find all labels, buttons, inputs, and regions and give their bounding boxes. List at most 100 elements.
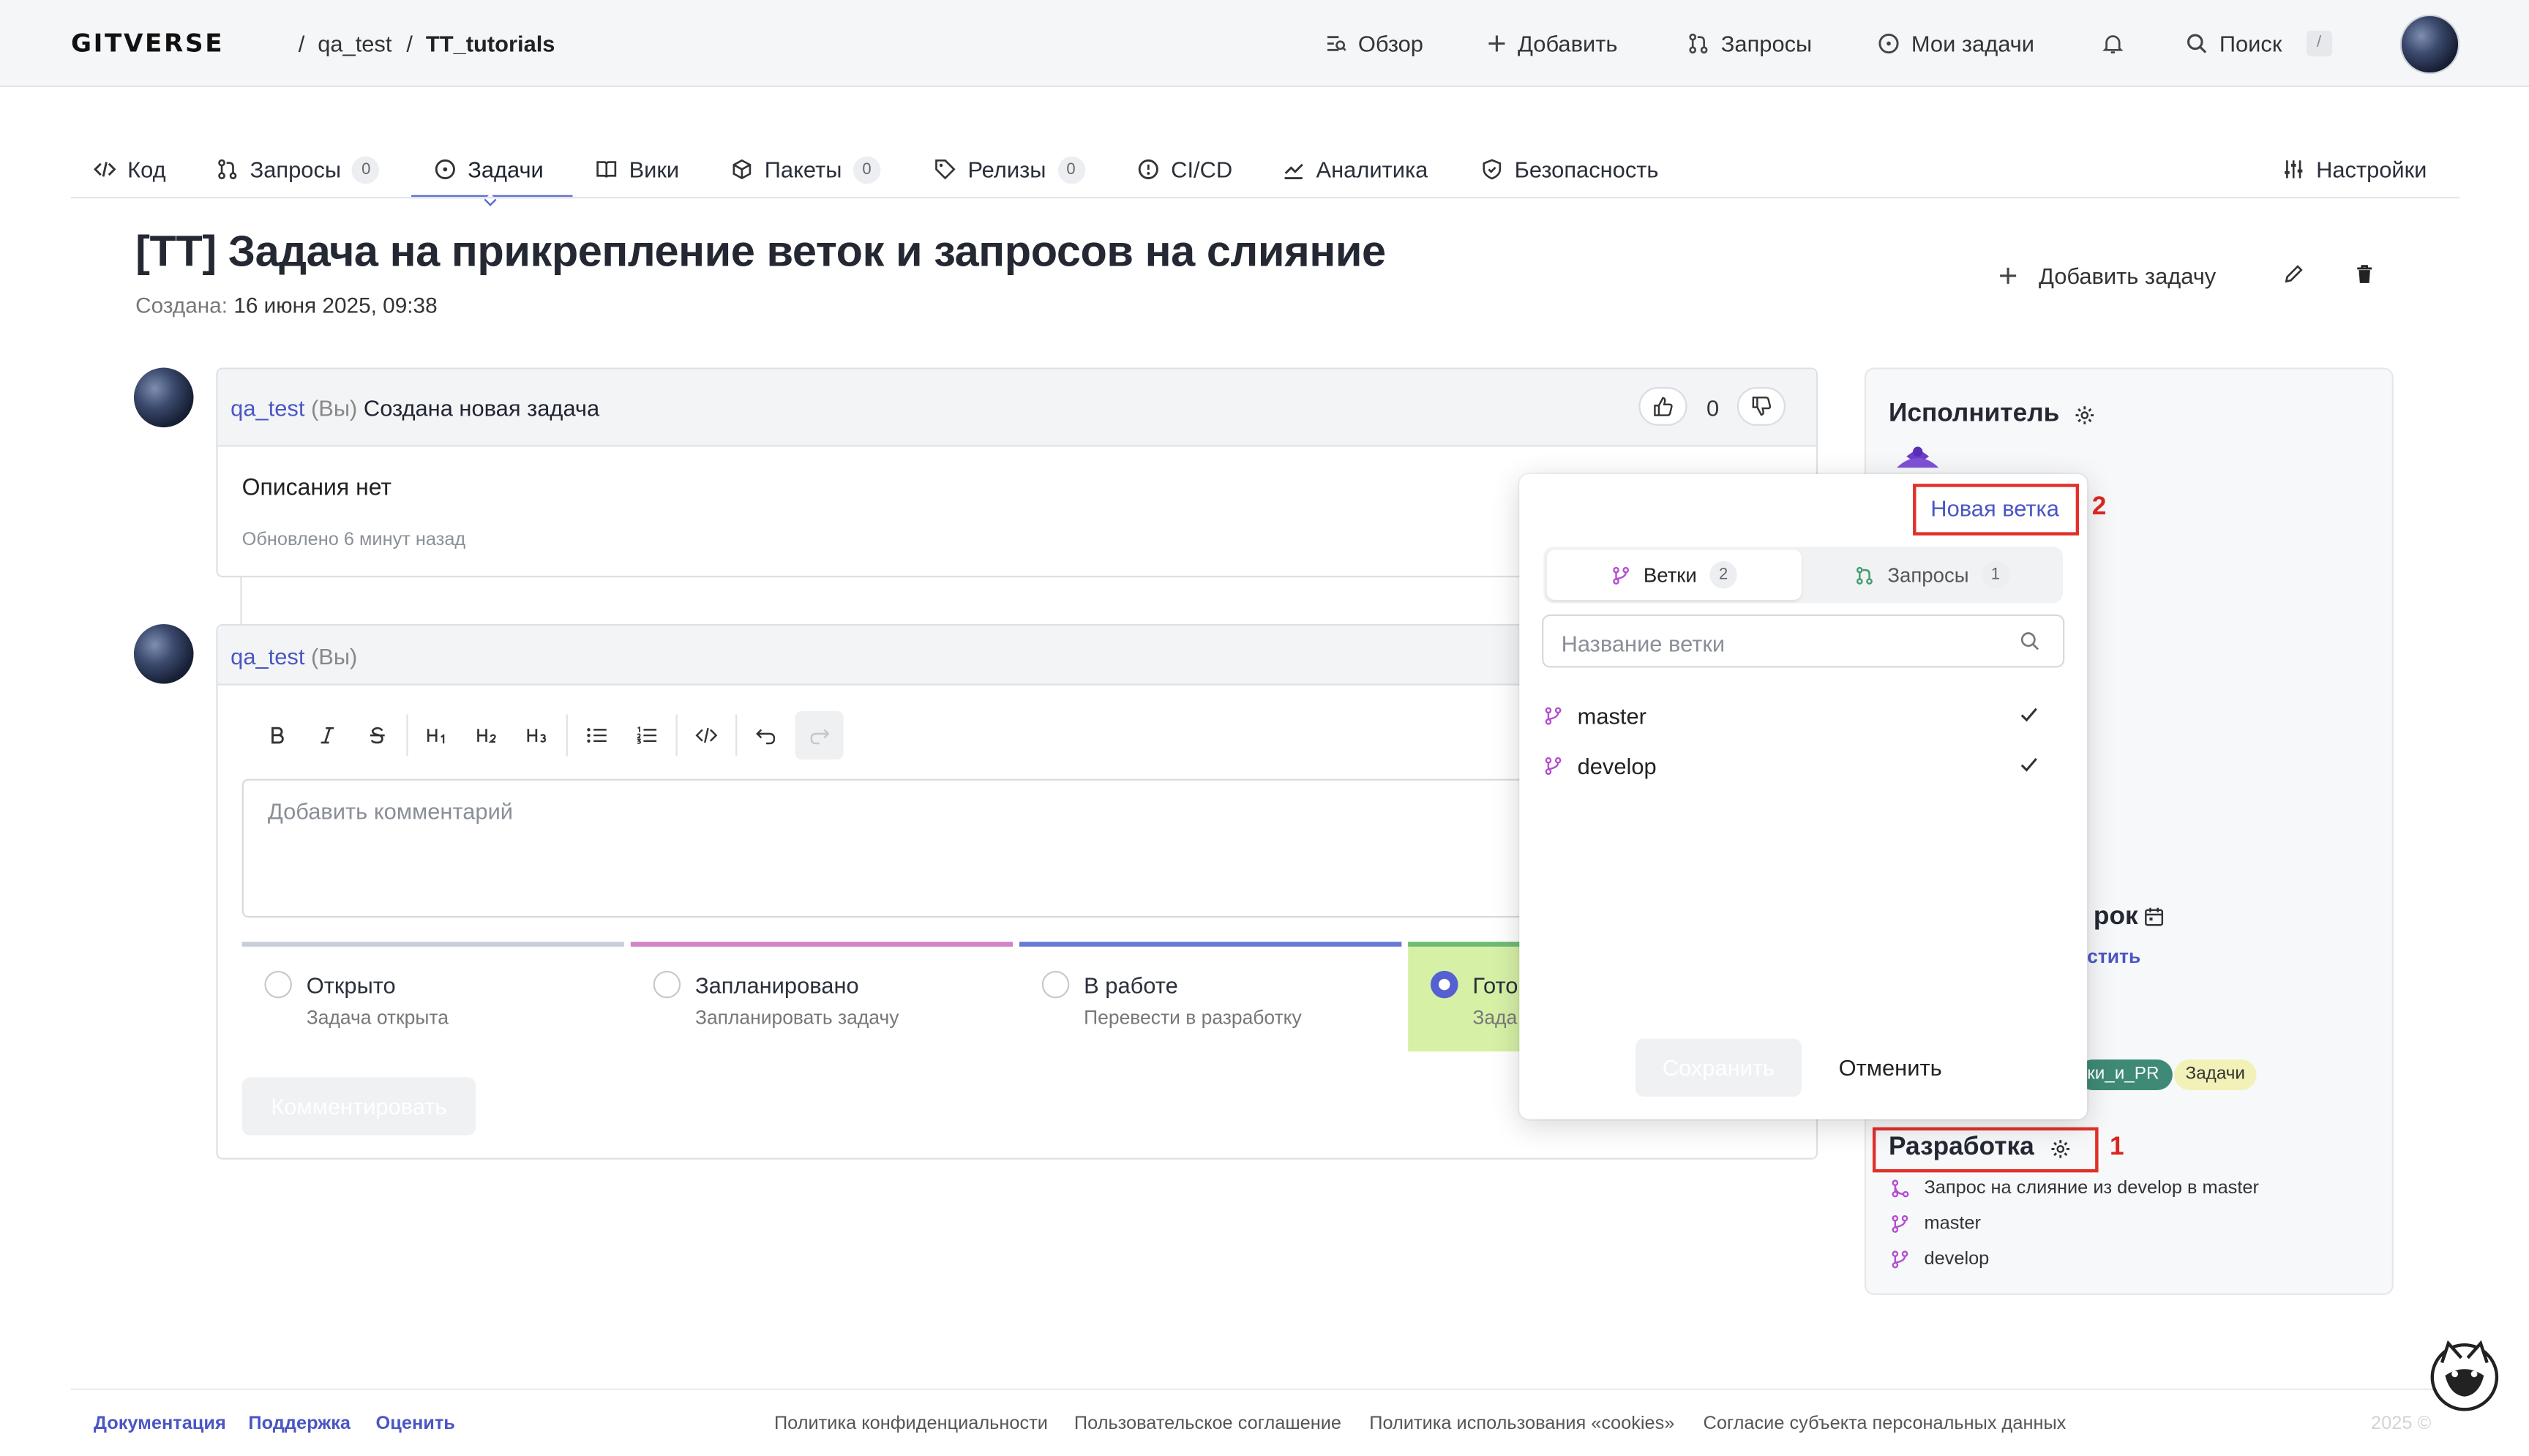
dev-branch-master[interactable]: master — [1890, 1215, 1981, 1234]
new-branch-button[interactable]: Новая ветка — [1930, 495, 2059, 521]
undo-button[interactable] — [745, 714, 787, 756]
assignee-avatar[interactable] — [1890, 445, 1945, 474]
heading2-button[interactable] — [466, 714, 508, 756]
strikethrough-button[interactable] — [356, 714, 398, 756]
delete-issue-button[interactable] — [2353, 263, 2376, 285]
branch-icon — [1543, 706, 1562, 725]
bullet-list-button[interactable] — [576, 714, 618, 756]
tab-analytics[interactable]: Аналитика — [1282, 151, 1428, 187]
like-button[interactable] — [1638, 386, 1687, 426]
trash-icon — [2353, 263, 2376, 285]
footer-link-rate[interactable]: Оценить — [376, 1414, 455, 1433]
footer-link-cookies[interactable]: Политика использования «cookies» — [1369, 1414, 1674, 1433]
status-open-name: Открыто — [306, 972, 396, 999]
comment-submit-button[interactable]: Комментировать — [241, 1077, 476, 1136]
comment-avatar[interactable] — [133, 623, 194, 684]
status-in-progress[interactable]: В работе Перевести в разработку — [1019, 942, 1402, 1051]
nav-my-tasks[interactable]: Мои задачи — [1878, 26, 2034, 61]
comment-header-text: qa_test (Вы) Создана новая задача — [231, 395, 599, 421]
tab-issues[interactable]: Задачи — [434, 151, 544, 187]
footer-link-consent[interactable]: Согласие субъекта персональных данных — [1704, 1414, 2067, 1433]
nav-search[interactable]: Поиск / — [2186, 26, 2332, 61]
toolbar-separator — [675, 714, 678, 757]
bullet-list-icon — [585, 726, 608, 745]
bold-button[interactable] — [256, 714, 298, 756]
nav-requests[interactable]: Запросы — [1687, 26, 1812, 61]
status-in-progress-radio[interactable] — [1041, 970, 1070, 999]
breadcrumb-repo[interactable]: TT_tutorials — [426, 31, 555, 56]
breadcrumb-owner[interactable]: qa_test — [318, 31, 391, 56]
cancel-button[interactable]: Отменить — [1839, 1054, 1942, 1080]
label-chip[interactable]: ки_и_PR — [2077, 1059, 2173, 1090]
branch-search-placeholder: Название ветки — [1561, 630, 1726, 657]
status-done-name: Гото — [1472, 972, 1518, 999]
strikethrough-icon — [368, 726, 387, 745]
italic-icon — [318, 726, 337, 745]
dev-branch-develop[interactable]: develop — [1890, 1250, 1989, 1269]
edit-issue-button[interactable] — [2282, 263, 2305, 285]
italic-button[interactable] — [307, 714, 348, 756]
tab-packages-count: 0 — [853, 155, 881, 184]
nav-search-label: Поиск — [2219, 30, 2282, 57]
calendar-icon[interactable] — [2143, 907, 2165, 928]
tab-settings[interactable]: Настройки — [2282, 151, 2427, 187]
tabs-divider — [70, 196, 2460, 199]
picker-tab-requests-count: 1 — [1982, 561, 2009, 589]
support-mascot-icon[interactable] — [2429, 1337, 2500, 1411]
status-planned-radio[interactable] — [653, 970, 681, 999]
dislike-button[interactable] — [1736, 386, 1786, 426]
heading3-button[interactable] — [516, 714, 558, 756]
gear-icon[interactable] — [2074, 404, 2095, 425]
gitverse-logo[interactable]: GITVERSE — [71, 29, 224, 59]
code-block-button[interactable] — [686, 714, 727, 756]
label-chip[interactable]: Задачи — [2174, 1059, 2257, 1090]
sliders-icon — [2282, 158, 2305, 181]
gear-icon[interactable] — [2050, 1138, 2072, 1159]
pull-request-icon — [1687, 32, 1709, 55]
picker-tab-branches-label: Ветки — [1643, 563, 1697, 587]
add-task-button[interactable]: Добавить задачу — [1998, 258, 2216, 293]
tab-code[interactable]: Код — [94, 151, 166, 187]
comment-author[interactable]: qa_test — [231, 643, 304, 669]
status-planned[interactable]: Запланировано Запланировать задачу — [630, 942, 1014, 1051]
footer-link-privacy[interactable]: Политика конфиденциальности — [774, 1414, 1048, 1433]
user-avatar[interactable] — [2399, 14, 2460, 75]
issue-title: [TT] Задача на прикрепление веток и запр… — [135, 227, 1386, 276]
footer-link-terms[interactable]: Пользовательское соглашение — [1074, 1414, 1341, 1433]
picker-tab-requests[interactable]: Запросы 1 — [1805, 550, 2059, 600]
branch-option-develop[interactable]: develop — [1543, 748, 2063, 784]
comment-avatar[interactable] — [133, 367, 194, 428]
heading1-button[interactable] — [416, 714, 458, 756]
redo-button[interactable] — [795, 711, 844, 760]
status-open[interactable]: Открыто Задача открыта — [241, 942, 624, 1051]
tab-packages[interactable]: Пакеты 0 — [730, 151, 881, 187]
tab-releases[interactable]: Релизы 0 — [934, 151, 1085, 187]
comment-author[interactable]: qa_test — [231, 395, 304, 421]
nav-overview[interactable]: Обзор — [1325, 26, 1423, 61]
tab-wiki-label: Вики — [629, 156, 680, 183]
nav-add[interactable]: Добавить — [1487, 26, 1617, 61]
tab-security[interactable]: Безопасность — [1480, 151, 1659, 187]
tab-cicd[interactable]: CI/CD — [1137, 151, 1232, 187]
status-in-progress-bar — [1019, 942, 1402, 947]
nav-requests-label: Запросы — [1720, 30, 1813, 57]
tab-wiki[interactable]: Вики — [595, 151, 679, 187]
comment-you: (Вы) — [311, 643, 358, 669]
toolbar-separator — [735, 714, 738, 757]
save-button[interactable]: Сохранить — [1635, 1038, 1802, 1097]
footer-link-docs[interactable]: Документация — [94, 1414, 226, 1433]
picker-tab-branches[interactable]: Ветки 2 — [1546, 549, 1802, 600]
status-open-radio[interactable] — [264, 970, 292, 999]
numbered-list-button[interactable] — [626, 714, 667, 756]
notifications-bell[interactable] — [2102, 26, 2124, 61]
tab-requests[interactable]: Запросы 0 — [216, 151, 380, 187]
footer-link-support[interactable]: Поддержка — [248, 1414, 351, 1433]
deadline-link-partial[interactable]: стить — [2087, 945, 2140, 968]
package-icon — [730, 158, 753, 181]
branch-search-input[interactable]: Название ветки — [1542, 614, 2065, 668]
status-done-radio[interactable] — [1431, 970, 1458, 999]
branch-icon — [1890, 1215, 1909, 1234]
dev-merge-request[interactable]: Запрос на слияние из develop в master — [1890, 1179, 2259, 1198]
picker-tab-requests-label: Запросы — [1887, 563, 1969, 587]
branch-option-master[interactable]: master — [1543, 698, 2063, 733]
